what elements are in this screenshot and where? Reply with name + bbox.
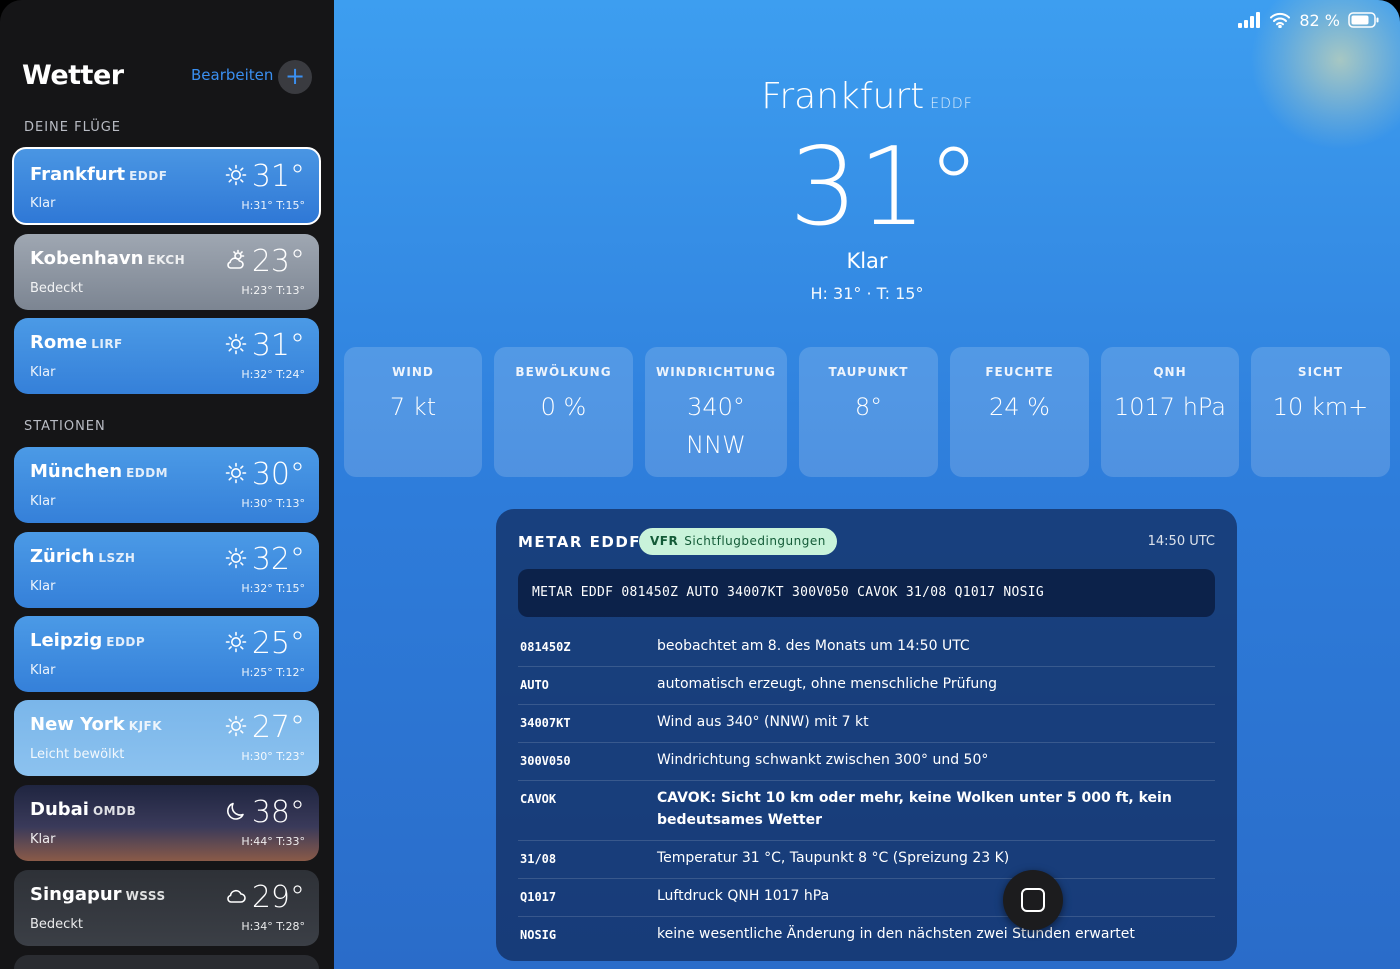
- card-city: Zürich LSZH: [30, 546, 136, 567]
- card-temp: 27°: [251, 710, 305, 745]
- card-high-low: H:30° T:23°: [241, 750, 305, 763]
- battery-percent: 82 %: [1299, 10, 1340, 30]
- tile-cloud-cover: BEWÖLKUNG 0 %: [494, 347, 633, 477]
- card-high-low: H:44° T:33°: [241, 835, 305, 848]
- card-city: Singapur WSSS: [30, 884, 166, 905]
- card-high-low: H:32° T:24°: [241, 368, 305, 381]
- sun-icon: [225, 547, 247, 569]
- metar-title: METAR EDDF: [518, 533, 642, 551]
- cloud-sun-icon: [227, 249, 245, 269]
- metar-row: 31/08 Temperatur 31 °C, Taupunkt 8 °C (Sp…: [518, 841, 1215, 879]
- metar-row: 081450Z beobachtet am 8. des Monats um 14…: [518, 629, 1215, 667]
- location-card-dubai[interactable]: Dubai OMDB Klar 38° H:44° T:33°: [14, 785, 319, 861]
- assistive-touch-button[interactable]: [1003, 870, 1063, 930]
- card-high-low: H:23° T:13°: [241, 284, 305, 297]
- card-condition: Klar: [30, 832, 56, 847]
- section-stations: STATIONEN: [24, 419, 106, 434]
- tile-humidity: FEUCHTE 24 %: [950, 347, 1089, 477]
- card-city: Kobenhavn EKCH: [30, 248, 186, 269]
- signal-icon: [1238, 12, 1261, 28]
- sidebar-header: Wetter Bearbeiten +: [22, 58, 314, 98]
- hero-city: Frankfurt EDDF: [761, 76, 973, 117]
- metar-raw: METAR EDDF 081450Z AUTO 34007KT 300V050 …: [518, 569, 1215, 617]
- tile-wind: WIND 7 kt: [344, 347, 482, 477]
- card-city: New York KJFK: [30, 714, 163, 735]
- metar-row: 34007KT Wind aus 340° (NNW) mit 7 kt: [518, 705, 1215, 743]
- metar-card: METAR EDDF VFR Sichtflugbedingungen 14:50…: [496, 509, 1237, 961]
- sun-icon: [225, 631, 247, 653]
- card-city: München EDDM: [30, 461, 169, 482]
- moon-icon: [227, 802, 244, 820]
- card-high-low: H:32° T:15°: [241, 582, 305, 595]
- app-title: Wetter: [22, 60, 124, 91]
- battery-icon: [1348, 12, 1379, 28]
- metar-row: NOSIG keine wesentliche Änderung in den n…: [520, 926, 1135, 942]
- metar-row: 300V050 Windrichtung schwankt zwischen 30…: [518, 743, 1215, 781]
- flight-rules-badge: VFR Sichtflugbedingungen: [639, 528, 837, 555]
- metar-row: Q1017 Luftdruck QNH 1017 hPa: [518, 879, 1215, 917]
- metar-decoded-list: 081450Z beobachtet am 8. des Monats um 14…: [518, 629, 1215, 954]
- home-square-icon: [1021, 888, 1045, 912]
- card-high-low: H:31° T:15°: [241, 199, 305, 212]
- metar-row: AUTO automatisch erzeugt, ohne menschlich…: [518, 667, 1215, 705]
- card-high-low: H:34° T:28°: [241, 920, 305, 933]
- card-condition: Klar: [30, 663, 56, 678]
- card-temp: 30°: [251, 457, 305, 492]
- card-temp: 31°: [251, 159, 305, 194]
- location-card-rome[interactable]: Rome LIRF Klar 31° H:32° T:24°: [14, 318, 319, 394]
- detail-pane: 82 % Frankfurt EDDF 31° Klar H: 31° · T: …: [334, 0, 1400, 969]
- sun-icon: [225, 164, 247, 186]
- tile-dew-point: TAUPUNKT 8°: [799, 347, 938, 477]
- card-temp: 23°: [251, 244, 305, 279]
- edit-button[interactable]: Bearbeiten: [191, 66, 273, 84]
- card-condition: Klar: [30, 196, 56, 211]
- cloud-icon: [227, 889, 246, 903]
- card-condition: Leicht bewölkt: [30, 747, 125, 762]
- metar-time: 14:50 UTC: [1147, 534, 1215, 549]
- tile-visibility: SICHT 10 km+: [1251, 347, 1390, 477]
- hero-high-low: H: 31° · T: 15°: [810, 284, 924, 303]
- card-city: Frankfurt EDDF: [30, 164, 168, 185]
- card-temp: 25°: [251, 626, 305, 661]
- sun-icon: [225, 333, 247, 355]
- location-card-zuerich[interactable]: Zürich LSZH Klar 32° H:32° T:15°: [14, 532, 319, 608]
- card-temp: 32°: [251, 542, 305, 577]
- card-condition: Klar: [30, 494, 56, 509]
- hero-condition: Klar: [846, 249, 888, 273]
- card-high-low: H:30° T:13°: [241, 497, 305, 510]
- card-city: Rome LIRF: [30, 332, 123, 353]
- location-card-singapur[interactable]: Singapur WSSS Bedeckt 29° H:34° T:28°: [14, 870, 319, 946]
- location-card-new-york[interactable]: New York KJFK Leicht bewölkt 27° H:30° T:…: [14, 700, 319, 776]
- card-city: Leipzig EDDP: [30, 630, 146, 651]
- metar-row: CAVOK CAVOK: Sicht 10 km oder mehr, keine…: [518, 781, 1215, 841]
- tile-wind-direction: WINDRICHTUNG 340° NNW: [645, 347, 787, 477]
- wifi-icon: [1270, 12, 1291, 28]
- card-temp: 31°: [251, 328, 305, 363]
- tile-qnh: QNH 1017 hPa: [1101, 347, 1239, 477]
- card-city: Dubai OMDB: [30, 799, 137, 820]
- card-condition: Klar: [30, 579, 56, 594]
- card-condition: Bedeckt: [30, 281, 83, 296]
- location-card-frankfurt[interactable]: Frankfurt EDDF Klar 31° H:31° T:15°: [12, 147, 321, 225]
- sidebar: Wetter Bearbeiten + DEINE FLÜGE Frankfur…: [0, 0, 334, 969]
- add-button[interactable]: +: [278, 60, 312, 94]
- location-card-kobenhavn[interactable]: Kobenhavn EKCH Bedeckt 23° H:23° T:13°: [14, 234, 319, 310]
- card-temp: 29°: [251, 880, 305, 915]
- hero-temperature: 31°: [789, 125, 981, 250]
- location-card-partial[interactable]: [14, 955, 319, 969]
- card-condition: Bedeckt: [30, 917, 83, 932]
- hero-icao-code: EDDF: [930, 96, 973, 112]
- card-condition: Klar: [30, 365, 56, 380]
- plus-icon: +: [284, 62, 306, 90]
- status-bar: 82 %: [1237, 10, 1380, 30]
- sun-icon: [225, 715, 247, 737]
- sun-icon: [225, 462, 247, 484]
- card-high-low: H:25° T:12°: [241, 666, 305, 679]
- location-card-muenchen[interactable]: München EDDM Klar 30° H:30° T:13°: [14, 447, 319, 523]
- location-card-leipzig[interactable]: Leipzig EDDP Klar 25° H:25° T:12°: [14, 616, 319, 692]
- section-flights: DEINE FLÜGE: [24, 120, 122, 135]
- card-temp: 38°: [251, 795, 305, 830]
